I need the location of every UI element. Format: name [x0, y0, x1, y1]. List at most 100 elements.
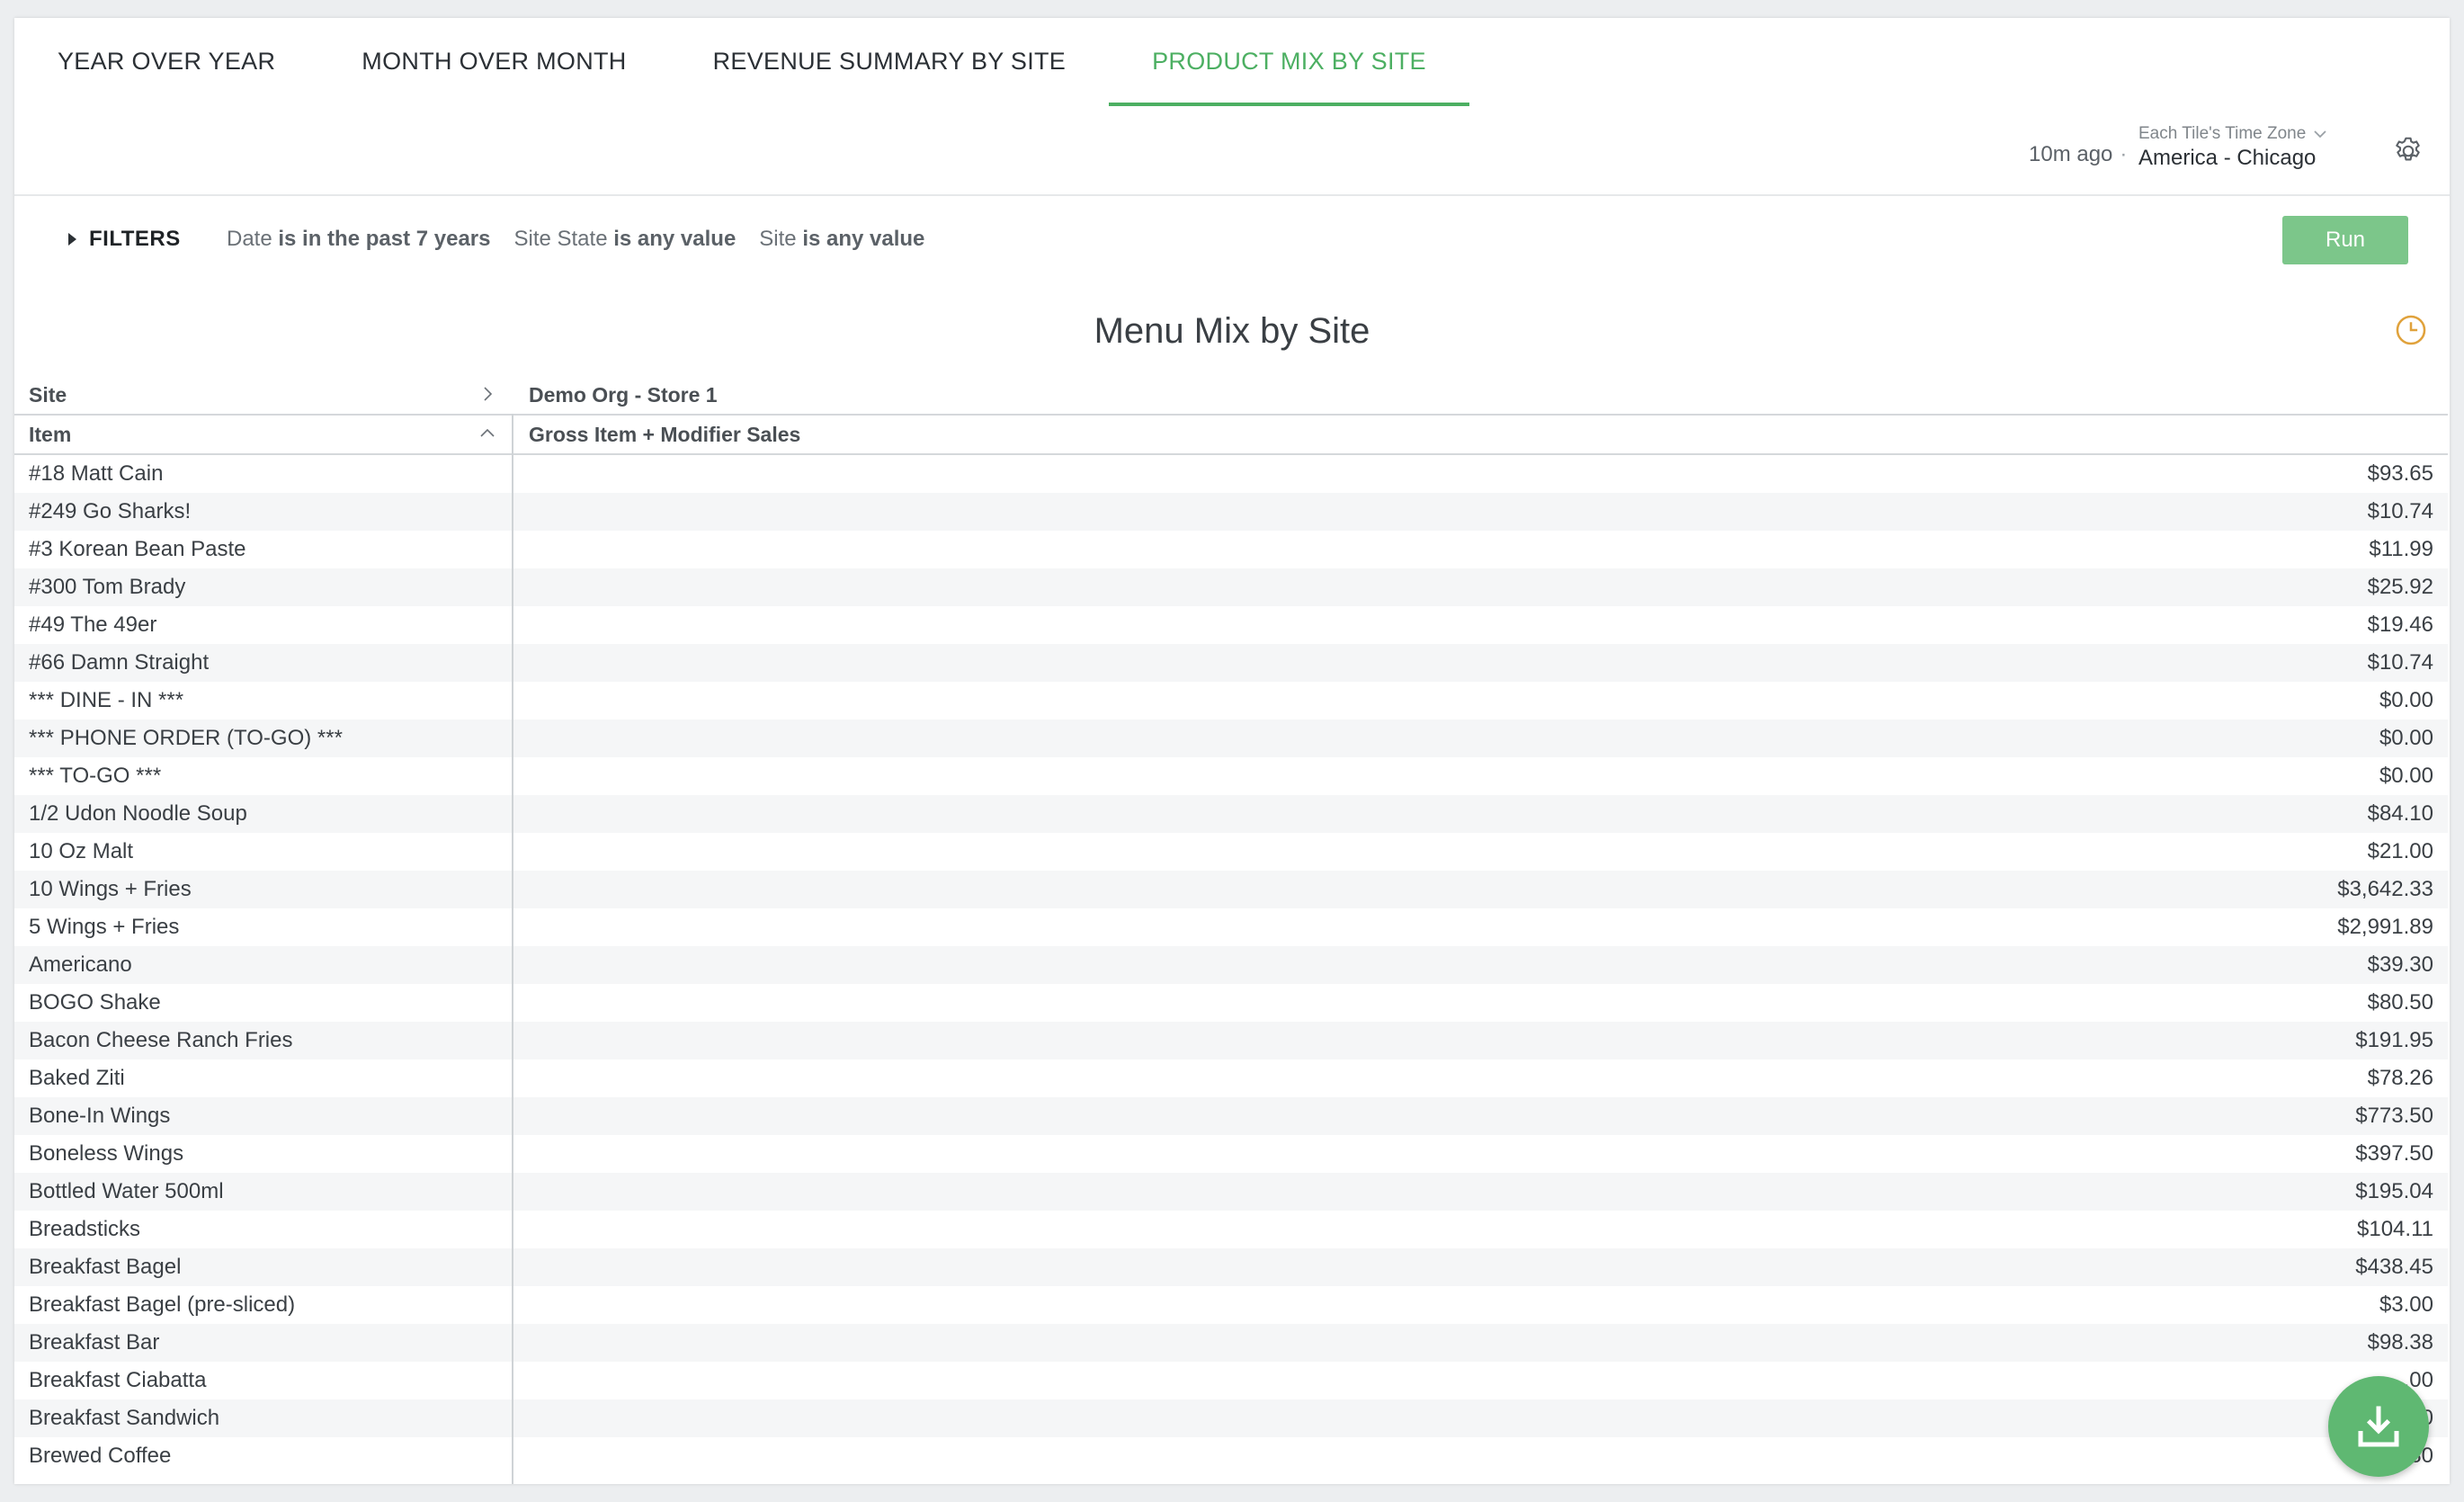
menu-mix-table: Site Demo Org - Store 1 Item Gross Item … [14, 376, 2448, 1484]
timezone-label-row: Each Tile's Time Zone [2138, 124, 2327, 144]
item-column-label: Item [29, 422, 72, 446]
sales-cell: $80.50 [2367, 990, 2433, 1015]
table-row: #18 Matt Cain $93.65 [14, 455, 2448, 493]
item-cell: 10 Oz Malt [29, 839, 134, 863]
item-cell: Breakfast Sandwich [29, 1406, 220, 1430]
filter-summary: Date is in the past 7 years Site State i… [227, 227, 924, 252]
chevron-down-icon [2314, 130, 2326, 139]
item-cell: #18 Matt Cain [29, 461, 164, 486]
filter-field: Site [759, 227, 797, 251]
item-column-header[interactable]: Item [14, 416, 513, 453]
table-row: 1/2 Udon Noodle Soup $84.10 [14, 795, 2448, 833]
item-cell: Brewed Coffee [29, 1444, 172, 1468]
sales-cell: $10.74 [2367, 650, 2433, 675]
timezone-selector[interactable]: Each Tile's Time Zone America - Chicago [2138, 124, 2327, 171]
table-row: #300 Tom Brady $25.92 [14, 568, 2448, 606]
pivot-header-cell: Site [14, 376, 513, 414]
sales-cell: $773.50 [2355, 1104, 2433, 1128]
item-cell: 5 Wings + Fries [29, 915, 180, 939]
chevron-up-icon[interactable] [478, 425, 496, 443]
item-cell: Breakfast Ciabatta [29, 1368, 207, 1392]
table-row: Breakfast Sandwich .00 [14, 1399, 2448, 1437]
pivot-header-label: Site [29, 382, 67, 407]
last-refresh-text: 10m ago [2029, 142, 2113, 166]
item-cell: Breakfast Bar [29, 1330, 160, 1354]
filter-condition: is any value [802, 227, 925, 251]
sales-cell: $25.92 [2367, 575, 2433, 599]
tab-month-over-month[interactable]: MONTH OVER MONTH [318, 18, 669, 104]
tab-revenue-summary-by-site[interactable]: REVENUE SUMMARY BY SITE [670, 18, 1110, 104]
caret-right-icon [68, 233, 76, 246]
table-row: Breakfast Bagel (pre-sliced) $3.00 [14, 1286, 2448, 1324]
item-cell: BOGO Shake [29, 990, 161, 1015]
sales-cell: $397.50 [2355, 1141, 2433, 1166]
table-row: Bacon Cheese Ranch Fries $191.95 [14, 1022, 2448, 1059]
item-cell: #3 Korean Bean Paste [29, 537, 246, 561]
table-row: #249 Go Sharks! $10.74 [14, 493, 2448, 531]
table-row: Breakfast Bar $98.38 [14, 1324, 2448, 1362]
sales-cell: $19.46 [2367, 612, 2433, 637]
last-refresh: 10m ago · [2029, 142, 2134, 167]
item-cell: Breakfast Bagel [29, 1255, 182, 1279]
run-button[interactable]: Run [2282, 216, 2408, 264]
item-cell: *** DINE - IN *** [29, 688, 184, 712]
filter-field: Site State [513, 227, 608, 251]
table-row: 10 Oz Malt $21.00 [14, 833, 2448, 871]
table-row: *** PHONE ORDER (TO-GO) *** $0.00 [14, 720, 2448, 757]
sales-cell: .00 [513, 1406, 2448, 1431]
chevron-right-icon[interactable] [478, 385, 496, 403]
tab-year-over-year[interactable]: YEAR OVER YEAR [14, 18, 318, 104]
table-row: Bottled Water 500ml $195.04 [14, 1173, 2448, 1211]
item-cell: #249 Go Sharks! [29, 499, 192, 523]
table-row: #3 Korean Bean Paste $11.99 [14, 531, 2448, 568]
tile-title: Menu Mix by Site [1094, 311, 1370, 351]
item-cell: #49 The 49er [29, 612, 157, 637]
filter-date[interactable]: Date is in the past 7 years [227, 227, 490, 252]
sales-cell: $78.26 [2367, 1066, 2433, 1090]
tab-product-mix-by-site[interactable]: PRODUCT MIX BY SITE [1109, 18, 1469, 106]
table-row: Breadsticks $104.11 [14, 1211, 2448, 1248]
sales-cell: $98.38 [2367, 1330, 2433, 1354]
item-cell: #300 Tom Brady [29, 575, 186, 599]
table-row: 10 Wings + Fries $3,642.33 [14, 871, 2448, 908]
sales-cell: .80 [513, 1444, 2448, 1469]
filter-site[interactable]: Site is any value [759, 227, 924, 252]
table-row: Americano $39.30 [14, 946, 2448, 984]
pivot-header-row: Site Demo Org - Store 1 [14, 376, 2448, 414]
table-row: #66 Damn Straight $10.74 [14, 644, 2448, 682]
download-button[interactable] [2328, 1376, 2429, 1477]
item-cell: 1/2 Udon Noodle Soup [29, 801, 247, 826]
filters-label: FILTERS [89, 227, 181, 251]
table-row: Brewed Coffee .80 [14, 1437, 2448, 1475]
item-cell: Breakfast Bagel (pre-sliced) [29, 1292, 296, 1317]
item-cell: 10 Wings + Fries [29, 877, 192, 901]
sales-cell: $2,991.89 [2337, 915, 2433, 939]
table-row: *** DINE - IN *** $0.00 [14, 682, 2448, 720]
timezone-value: America - Chicago [2138, 146, 2317, 170]
sales-cell: $3,642.33 [2337, 877, 2433, 901]
column-header-row: Item Gross Item + Modifier Sales [14, 416, 2448, 453]
sales-cell: $0.00 [2379, 726, 2433, 750]
gear-icon[interactable] [2392, 135, 2424, 167]
sales-cell: $0.00 [2379, 688, 2433, 712]
filter-condition: is any value [613, 227, 737, 251]
sales-cell: $21.00 [2367, 839, 2433, 863]
sales-cell: $438.45 [2355, 1255, 2433, 1279]
filter-site-state[interactable]: Site State is any value [513, 227, 736, 252]
item-cell: Bacon Cheese Ranch Fries [29, 1028, 293, 1052]
sales-cell: $10.74 [2367, 499, 2433, 523]
table-row: #49 The 49er $19.46 [14, 606, 2448, 644]
item-cell: Breadsticks [29, 1217, 141, 1241]
measure-column-header[interactable]: Gross Item + Modifier Sales [513, 416, 800, 453]
timezone-label: Each Tile's Time Zone [2138, 124, 2307, 143]
filters-toggle[interactable]: FILTERS [68, 227, 181, 252]
table-row: Boneless Wings $397.50 [14, 1135, 2448, 1173]
sales-cell: $191.95 [2355, 1028, 2433, 1052]
sales-cell: $3.00 [2379, 1292, 2433, 1317]
column-divider [512, 414, 513, 1484]
item-cell: *** PHONE ORDER (TO-GO) *** [29, 726, 343, 750]
item-cell: Americano [29, 952, 132, 977]
item-cell: Bone-In Wings [29, 1104, 171, 1128]
item-cell: *** TO-GO *** [29, 764, 162, 788]
clock-icon[interactable] [2394, 313, 2428, 347]
